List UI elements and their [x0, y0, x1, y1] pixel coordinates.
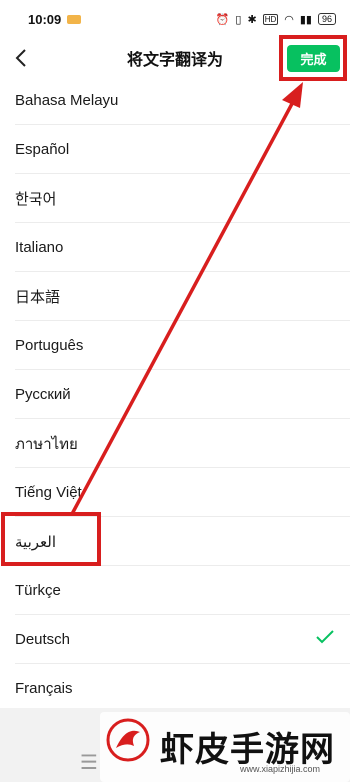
language-list: Bahasa Melayu Español 한국어 Italiano 日本語 Portug… — [0, 76, 350, 713]
bluetooth-icon: ✱ — [247, 13, 257, 26]
language-label: 한국어 — [15, 191, 57, 208]
language-item[interactable]: ภาษาไทย — [0, 419, 350, 468]
language-label: ภาษาไทย — [15, 435, 78, 453]
language-label: Bahasa Melayu — [15, 92, 119, 109]
menu-icon[interactable]: ☰ — [80, 750, 98, 775]
language-label: Português — [15, 337, 84, 354]
page-title: 将文字翻译为 — [126, 52, 223, 69]
notification-badge-icon — [67, 14, 82, 24]
language-item[interactable]: Português — [0, 321, 350, 370]
language-item[interactable]: Español — [0, 125, 350, 174]
language-item[interactable]: Deutsch — [0, 615, 350, 664]
language-item[interactable]: العربية — [0, 517, 350, 566]
status-left: 10:09 — [28, 11, 82, 27]
vibrate-icon: ▯ — [235, 13, 242, 26]
language-item[interactable]: 한국어 — [0, 174, 350, 223]
watermark-url: www.xiapizhijia.com — [240, 764, 321, 774]
chevron-left-icon[interactable] — [8, 44, 34, 72]
done-button[interactable]: 完成 — [287, 45, 340, 72]
alarm-icon: ⏰ — [215, 13, 230, 26]
language-item[interactable]: Français — [0, 664, 350, 713]
language-item[interactable]: 日本語 — [0, 272, 350, 321]
battery-icon: 96 — [317, 13, 336, 25]
language-item[interactable]: Tiếng Việt — [0, 468, 350, 517]
bottom-area: ☰ 虾皮手游网 www.xiapizhijia.com — [0, 708, 350, 782]
language-item[interactable]: Italiano — [0, 223, 350, 272]
language-label: Français — [15, 680, 73, 697]
language-label: Tiếng Việt — [15, 484, 82, 501]
watermark: 虾皮手游网 www.xiapizhijia.com — [100, 712, 350, 782]
language-item[interactable]: Bahasa Melayu — [0, 76, 350, 125]
language-label: Español — [15, 141, 70, 158]
language-item[interactable]: Русский — [0, 370, 350, 419]
checkmark-icon — [316, 627, 334, 650]
watermark-logo-icon — [106, 718, 150, 762]
language-label: العربية — [15, 533, 56, 551]
language-item[interactable]: Türkçe — [0, 566, 350, 615]
wifi-icon: ◠ — [284, 13, 294, 26]
hd-icon: HD — [262, 13, 279, 25]
status-bar: 10:09 ⏰ ▯ ✱ HD ◠ ▮▮ 96 — [0, 0, 350, 38]
language-label: Русский — [15, 386, 71, 403]
signal-icon: ▮▮ — [299, 13, 312, 26]
language-label: Italiano — [15, 239, 64, 256]
language-label: Türkçe — [15, 582, 61, 599]
status-right: ⏰ ▯ ✱ HD ◠ ▮▮ 96 — [216, 13, 336, 26]
language-label: Deutsch — [15, 631, 71, 648]
language-label: 日本語 — [15, 289, 61, 306]
status-time: 10:09 — [28, 11, 62, 27]
